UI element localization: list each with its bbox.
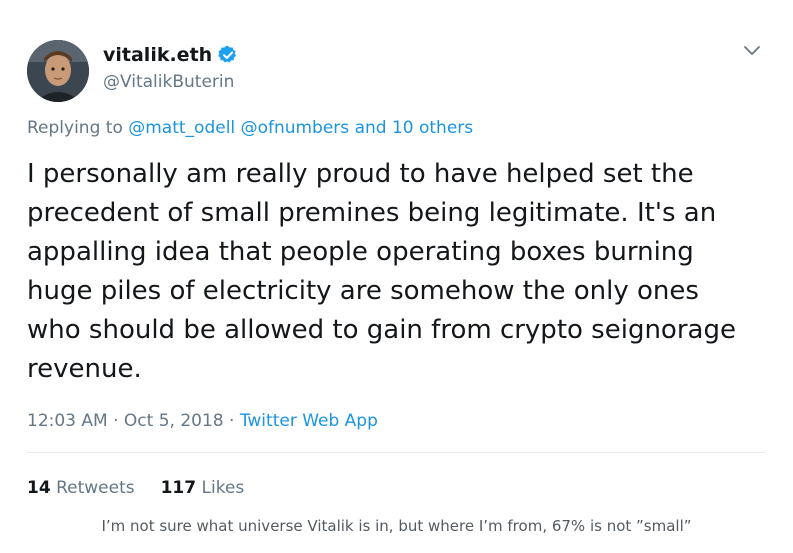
tweet-stats: 14 Retweets 117 Likes: [27, 478, 244, 498]
likes-label: Likes: [196, 478, 245, 498]
likes-stat[interactable]: 117 Likes: [161, 478, 245, 498]
chevron-down-icon[interactable]: [743, 45, 761, 57]
tweet-meta: 12:03 AM · Oct 5, 2018 · Twitter Web App: [27, 411, 378, 431]
avatar-image: [27, 40, 89, 102]
reply-context-prefix: Replying to: [27, 118, 123, 138]
author-display-name-row[interactable]: vitalik.eth: [103, 44, 238, 66]
avatar[interactable]: [27, 40, 89, 102]
likes-count: 117: [160, 478, 197, 498]
tweet-time[interactable]: 12:03 AM: [27, 411, 108, 431]
image-caption: I’m not sure what universe Vitalik is in…: [101, 517, 692, 535]
author-handle[interactable]: @VitalikButerin: [103, 72, 234, 92]
tweet-card: vitalik.eth @VitalikButerin Replying to …: [0, 0, 793, 553]
tweet-text: I personally am really proud to have hel…: [27, 159, 736, 384]
retweets-label: Retweets: [50, 478, 135, 498]
divider: [27, 452, 765, 453]
mention-link-ofnumbers[interactable]: @ofnumbers: [241, 118, 350, 138]
author-display-name[interactable]: vitalik.eth: [103, 44, 212, 66]
reply-context: Replying to @matt_odell @ofnumbers and 1…: [27, 118, 473, 138]
meta-separator: ·: [107, 411, 124, 431]
tweet-date[interactable]: Oct 5, 2018: [124, 411, 224, 431]
mention-link-others[interactable]: and 10 others: [355, 118, 474, 138]
mention-link-matt-odell[interactable]: @matt_odell: [128, 118, 235, 138]
retweets-stat[interactable]: 14 Retweets: [27, 478, 135, 498]
retweets-count: 14: [27, 478, 51, 498]
tweet-source-link[interactable]: Twitter Web App: [240, 411, 378, 431]
verified-badge-icon: [218, 45, 238, 65]
meta-separator: ·: [223, 411, 240, 431]
